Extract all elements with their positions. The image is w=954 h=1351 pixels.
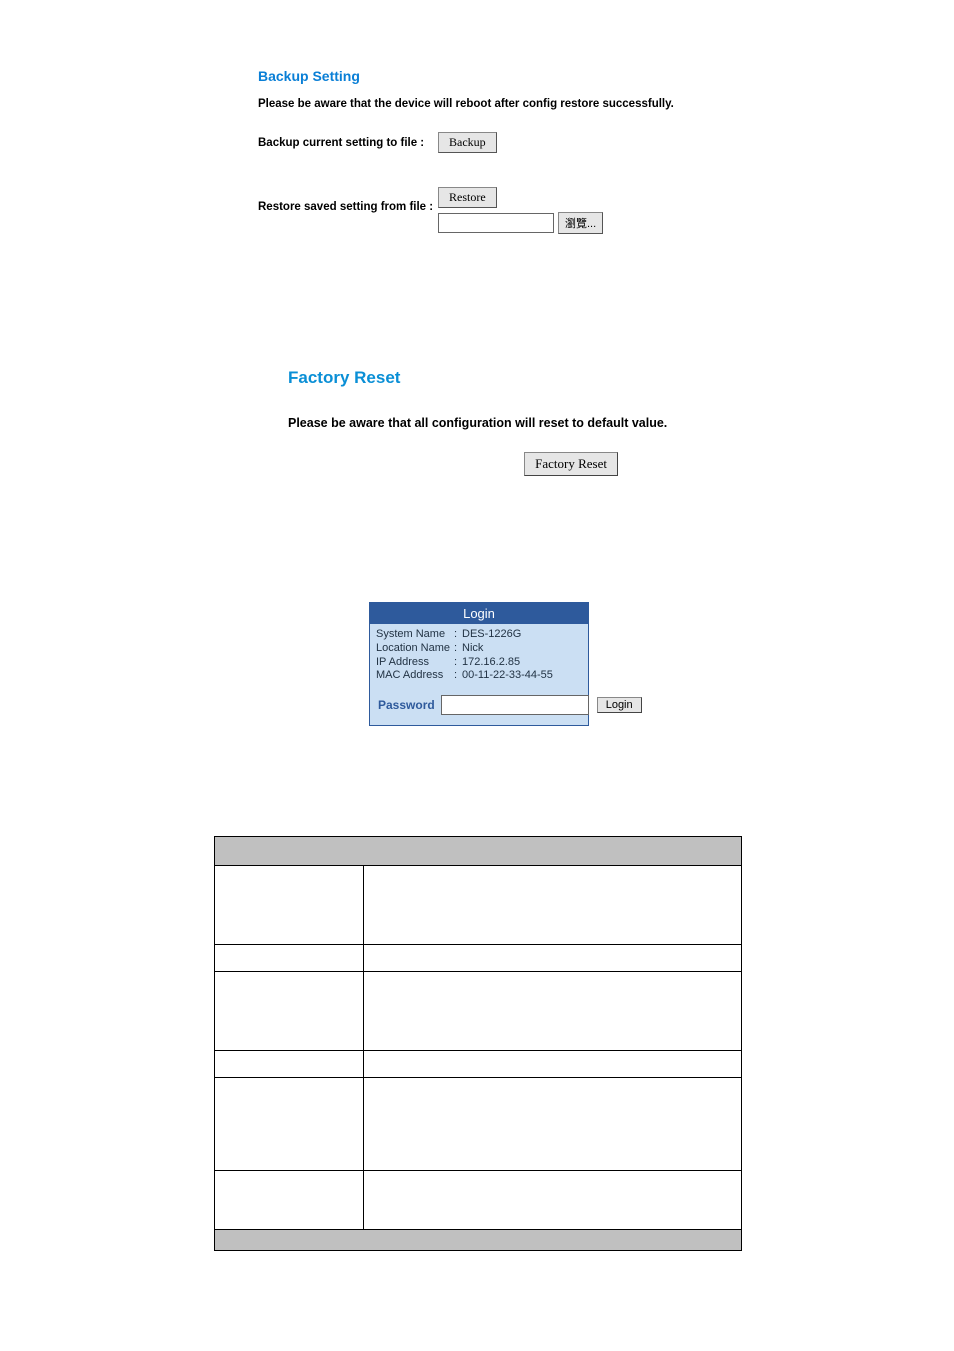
blank-table bbox=[214, 836, 742, 1251]
colon: : bbox=[454, 656, 462, 670]
table-cell bbox=[215, 866, 364, 945]
restore-label: Restore saved setting from file : bbox=[258, 187, 438, 213]
table-header-row bbox=[215, 837, 742, 866]
table-cell bbox=[215, 1171, 364, 1230]
location-name-val: Nick bbox=[462, 642, 582, 656]
colon: : bbox=[454, 669, 462, 683]
file-chooser: 瀏覽... bbox=[438, 212, 603, 234]
restore-file-input[interactable] bbox=[438, 213, 554, 233]
factory-reset-button[interactable]: Factory Reset bbox=[524, 452, 618, 476]
table-footer bbox=[215, 1230, 742, 1251]
login-info-system-name: System Name : DES-1226G bbox=[376, 628, 582, 642]
table-row bbox=[215, 1078, 742, 1171]
backup-button[interactable]: Backup bbox=[438, 132, 497, 153]
table-row bbox=[215, 1171, 742, 1230]
browse-button[interactable]: 瀏覽... bbox=[558, 212, 603, 234]
backup-current-label: Backup current setting to file : bbox=[258, 137, 438, 149]
login-info-location-name: Location Name : Nick bbox=[376, 642, 582, 656]
backup-warning: Please be aware that the device will reb… bbox=[258, 98, 858, 110]
table-cell bbox=[215, 972, 364, 1051]
table-row bbox=[215, 972, 742, 1051]
password-input[interactable] bbox=[441, 695, 589, 715]
restore-row: Restore saved setting from file : Restor… bbox=[258, 187, 858, 234]
system-name-key: System Name bbox=[376, 628, 454, 642]
system-name-val: DES-1226G bbox=[462, 628, 582, 642]
table-row bbox=[215, 866, 742, 945]
login-button[interactable]: Login bbox=[597, 697, 642, 713]
login-panel: Login System Name : DES-1226G Location N… bbox=[369, 602, 589, 726]
table-cell bbox=[215, 945, 364, 972]
backup-setting-section: Backup Setting Please be aware that the … bbox=[258, 68, 858, 234]
table-cell bbox=[215, 1051, 364, 1078]
factory-reset-title: Factory Reset bbox=[288, 368, 848, 388]
location-name-key: Location Name bbox=[376, 642, 454, 656]
table-row bbox=[215, 1051, 742, 1078]
login-info: System Name : DES-1226G Location Name : … bbox=[370, 624, 588, 685]
login-info-ip: IP Address : 172.16.2.85 bbox=[376, 656, 582, 670]
restore-controls: Restore 瀏覽... bbox=[438, 187, 603, 234]
backup-row: Backup current setting to file : Backup bbox=[258, 132, 858, 153]
table-cell bbox=[364, 1051, 742, 1078]
login-info-mac: MAC Address : 00-11-22-33-44-55 bbox=[376, 669, 582, 683]
ip-val: 172.16.2.85 bbox=[462, 656, 582, 670]
factory-reset-warning: Please be aware that all configuration w… bbox=[288, 416, 848, 430]
backup-setting-title: Backup Setting bbox=[258, 68, 858, 84]
password-label: Password bbox=[378, 698, 435, 712]
login-header: Login bbox=[370, 603, 588, 624]
table-row bbox=[215, 945, 742, 972]
table-cell bbox=[364, 945, 742, 972]
table-header bbox=[215, 837, 742, 866]
mac-val: 00-11-22-33-44-55 bbox=[462, 669, 582, 683]
table-footer-row bbox=[215, 1230, 742, 1251]
table-cell bbox=[364, 1078, 742, 1171]
colon: : bbox=[454, 642, 462, 656]
table-cell bbox=[364, 1171, 742, 1230]
restore-button[interactable]: Restore bbox=[438, 187, 497, 208]
colon: : bbox=[454, 628, 462, 642]
mac-key: MAC Address bbox=[376, 669, 454, 683]
table-cell bbox=[364, 972, 742, 1051]
page-root: Backup Setting Please be aware that the … bbox=[0, 0, 954, 1351]
factory-reset-button-wrap: Factory Reset bbox=[288, 452, 618, 476]
factory-reset-section: Factory Reset Please be aware that all c… bbox=[288, 368, 848, 476]
table-cell bbox=[364, 866, 742, 945]
ip-key: IP Address bbox=[376, 656, 454, 670]
login-form: Password Login bbox=[370, 685, 588, 725]
table-cell bbox=[215, 1078, 364, 1171]
